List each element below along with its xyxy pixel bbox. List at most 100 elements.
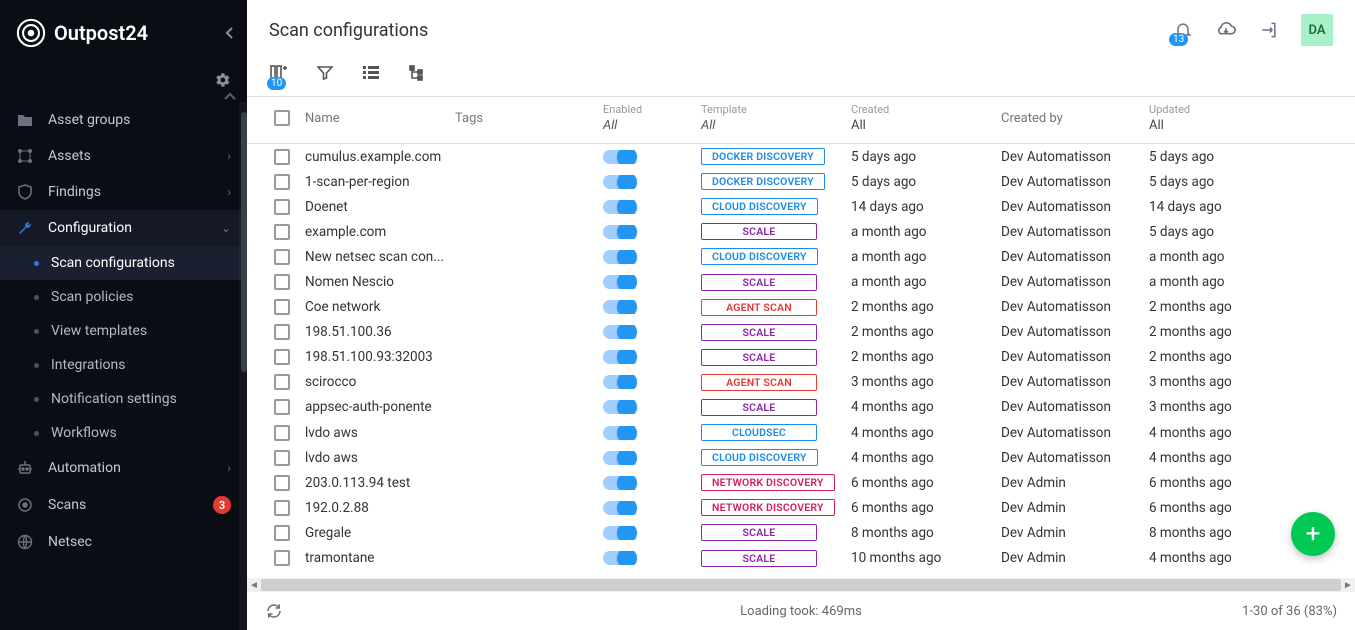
enabled-toggle[interactable] — [603, 200, 633, 214]
list-view-icon[interactable] — [363, 66, 379, 80]
bell-icon[interactable]: 13 — [1173, 20, 1193, 40]
row-checkbox[interactable] — [274, 399, 290, 415]
refresh-icon[interactable] — [265, 602, 283, 620]
column-tags[interactable]: Tags — [455, 111, 603, 126]
logout-icon[interactable] — [1259, 20, 1279, 40]
enabled-toggle[interactable] — [603, 400, 633, 414]
table-row[interactable]: 192.0.2.88 NETWORK DISCOVERY 6 months ag… — [247, 495, 1355, 520]
enabled-toggle[interactable] — [603, 175, 633, 189]
sidebar-subitem-notification-settings[interactable]: Notification settings — [0, 382, 247, 416]
enabled-toggle[interactable] — [603, 350, 633, 364]
row-checkbox[interactable] — [274, 274, 290, 290]
table-row[interactable]: tramontane SCALE 10 months ago Dev Admin… — [247, 546, 1355, 571]
cell-created: 6 months ago — [851, 500, 1001, 516]
horizontal-scrollbar[interactable]: ◄ ► — [247, 578, 1355, 592]
row-checkbox[interactable] — [274, 475, 290, 491]
enabled-toggle[interactable] — [603, 551, 633, 565]
sidebar-subitem-scan-configurations[interactable]: Scan configurations — [0, 246, 247, 280]
row-checkbox[interactable] — [274, 374, 290, 390]
table-row[interactable]: Gregale SCALE 8 months ago Dev Admin 8 m… — [247, 520, 1355, 545]
sidebar-item-assets[interactable]: Assets › — [0, 138, 247, 174]
table-row[interactable]: lvdo aws CLOUD DISCOVERY 4 months ago De… — [247, 445, 1355, 470]
enabled-toggle[interactable] — [603, 526, 633, 540]
sidebar-subitem-view-templates[interactable]: View templates — [0, 314, 247, 348]
table-row[interactable]: 198.51.100.36 SCALE 2 months ago Dev Aut… — [247, 320, 1355, 345]
filter-icon[interactable] — [317, 65, 333, 81]
table-row[interactable]: 198.51.100.93:32003 SCALE 2 months ago D… — [247, 345, 1355, 370]
column-enabled[interactable]: Enabled All — [603, 103, 701, 133]
table-row[interactable]: New netsec scan con... CLOUD DISCOVERY a… — [247, 244, 1355, 269]
sidebar-subitem-integrations[interactable]: Integrations — [0, 348, 247, 382]
row-checkbox[interactable] — [274, 324, 290, 340]
enabled-toggle[interactable] — [603, 275, 633, 289]
cell-createdby: Dev Admin — [1001, 525, 1149, 541]
scroll-left-icon[interactable]: ◄ — [247, 580, 261, 591]
enabled-toggle[interactable] — [603, 325, 633, 339]
sidebar-item-netsec[interactable]: Netsec — [0, 524, 247, 560]
enabled-toggle[interactable] — [603, 150, 633, 164]
sidebar-subitem-workflows[interactable]: Workflows — [0, 416, 247, 450]
select-all-checkbox[interactable] — [274, 110, 290, 126]
column-created[interactable]: Created All — [851, 103, 1001, 133]
shield-icon — [16, 184, 34, 200]
table-row[interactable]: 203.0.113.94 test NETWORK DISCOVERY 6 mo… — [247, 470, 1355, 495]
sidebar-item-automation[interactable]: Automation › — [0, 450, 247, 486]
row-checkbox[interactable] — [274, 550, 290, 566]
enabled-toggle[interactable] — [603, 426, 633, 440]
sidebar-item-configuration[interactable]: Configuration ⌄ — [0, 210, 247, 246]
enabled-toggle[interactable] — [603, 300, 633, 314]
tree-view-icon[interactable] — [409, 65, 425, 81]
sidebar-item-scans[interactable]: Scans 3 — [0, 486, 247, 524]
scroll-right-icon[interactable]: ► — [1341, 580, 1355, 591]
table-row[interactable]: 1-scan-per-region DOCKER DISCOVERY 5 day… — [247, 169, 1355, 194]
enabled-toggle[interactable] — [603, 375, 633, 389]
column-createdby[interactable]: Created by — [1001, 111, 1149, 126]
table-row[interactable]: example.com SCALE a month ago Dev Automa… — [247, 219, 1355, 244]
table-row[interactable]: appsec-auth-ponente SCALE 4 months ago D… — [247, 395, 1355, 420]
enabled-toggle[interactable] — [603, 501, 633, 515]
row-checkbox[interactable] — [274, 224, 290, 240]
sidebar-item-label: Assets — [48, 148, 91, 164]
table-row[interactable]: lvdo aws CLOUDSEC 4 months ago Dev Autom… — [247, 420, 1355, 445]
sidebar-subitem-label: Notification settings — [51, 391, 177, 407]
table-row[interactable]: scirocco AGENT SCAN 3 months ago Dev Aut… — [247, 370, 1355, 395]
enabled-toggle[interactable] — [603, 250, 633, 264]
cloud-download-icon[interactable] — [1215, 20, 1237, 40]
sidebar-item-findings[interactable]: Findings › — [0, 174, 247, 210]
avatar[interactable]: DA — [1301, 14, 1333, 46]
enabled-toggle[interactable] — [603, 476, 633, 490]
row-checkbox[interactable] — [274, 450, 290, 466]
row-checkbox[interactable] — [274, 299, 290, 315]
row-checkbox[interactable] — [274, 149, 290, 165]
enabled-toggle[interactable] — [603, 225, 633, 239]
table-row[interactable]: Doenet CLOUD DISCOVERY 14 days ago Dev A… — [247, 194, 1355, 219]
row-checkbox[interactable] — [274, 249, 290, 265]
sidebar-item-asset-groups[interactable]: Asset groups — [0, 102, 247, 138]
sidebar-scrollbar[interactable] — [239, 102, 247, 630]
logo[interactable]: Outpost24 — [16, 18, 148, 48]
row-checkbox[interactable] — [274, 199, 290, 215]
table-row[interactable]: Nomen Nescio SCALE a month ago Dev Autom… — [247, 269, 1355, 294]
sidebar-scroll-up[interactable] — [0, 92, 247, 102]
cell-updated: 2 months ago — [1149, 299, 1289, 315]
row-checkbox[interactable] — [274, 500, 290, 516]
column-updated[interactable]: Updated All — [1149, 103, 1289, 133]
row-checkbox[interactable] — [274, 525, 290, 541]
gear-icon[interactable] — [215, 72, 231, 88]
row-checkbox[interactable] — [274, 425, 290, 441]
row-checkbox[interactable] — [274, 174, 290, 190]
cell-updated: 8 months ago — [1149, 525, 1289, 541]
table-row[interactable]: Coe network AGENT SCAN 2 months ago Dev … — [247, 295, 1355, 320]
add-button[interactable]: + — [1291, 512, 1335, 556]
collapse-sidebar-icon[interactable] — [225, 26, 235, 40]
wrench-icon — [16, 220, 34, 236]
cell-createdby: Dev Automatisson — [1001, 324, 1149, 340]
cell-created: 14 days ago — [851, 199, 1001, 215]
column-name[interactable]: Name — [305, 111, 455, 126]
table-row[interactable]: cumulus.example.com DOCKER DISCOVERY 5 d… — [247, 144, 1355, 169]
row-checkbox[interactable] — [274, 349, 290, 365]
columns-icon[interactable]: 10 — [269, 64, 287, 82]
column-template[interactable]: Template All — [701, 103, 851, 133]
enabled-toggle[interactable] — [603, 451, 633, 465]
sidebar-subitem-scan-policies[interactable]: Scan policies — [0, 280, 247, 314]
